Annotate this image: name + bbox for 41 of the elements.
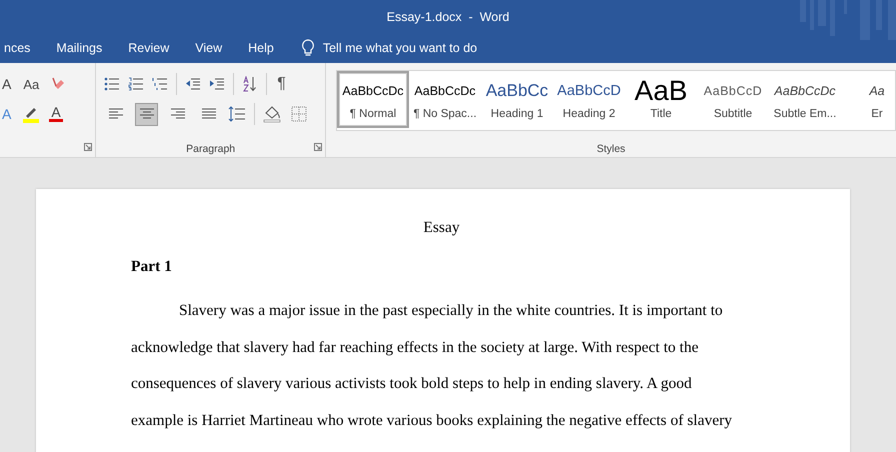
decrease-indent-icon[interactable] — [185, 77, 202, 91]
align-center-button[interactable] — [135, 102, 158, 126]
align-center-icon — [140, 108, 154, 120]
font-color-button[interactable]: A — [49, 106, 63, 122]
tell-me-search-field[interactable]: Tell me what you want to do — [300, 39, 525, 57]
ribbon-tab[interactable]: nces — [0, 33, 44, 63]
dialog-launcher-icon[interactable] — [314, 143, 322, 151]
bullet-list-icon[interactable] — [104, 77, 120, 91]
style-option[interactable]: Aa Er — [841, 71, 895, 128]
change-case-button[interactable]: Aa — [21, 76, 42, 92]
show-formatting-button[interactable]: ¶ — [275, 75, 288, 93]
line-spacing-icon[interactable] — [228, 106, 246, 122]
sort-icon[interactable] — [242, 76, 258, 92]
multilevel-list-icon[interactable] — [152, 77, 168, 91]
increase-indent-icon[interactable] — [209, 77, 226, 91]
style-option[interactable]: AaB Title — [625, 71, 697, 128]
section-heading: Part 1 — [131, 258, 173, 276]
document-title: Essay — [422, 219, 461, 238]
ribbon-tab[interactable]: Help — [235, 33, 287, 63]
style-option[interactable]: AaBbCcD Heading 2 — [553, 71, 625, 128]
numbered-list-icon[interactable] — [128, 77, 144, 91]
borders-icon[interactable] — [291, 106, 308, 122]
group-label: Paragraph — [186, 143, 236, 155]
body-paragraph: Slavery was a major issue in the past especially in the white countries. It is important to acknowledge that slavery had far reaching effects in the society at large. With respect to the consequences of slavery various activists took bold steps to help in ending slavery. A good example is Harriet Martineau who wrote various books explaining the negative effects of slavery — [131, 301, 734, 430]
ribbon-tab[interactable]: Review — [115, 33, 182, 63]
paint-bucket-icon[interactable] — [263, 105, 284, 123]
style-option[interactable]: AaBbCcDc ¶ Normal — [337, 71, 409, 128]
lightbulb-icon — [300, 39, 315, 57]
group-label: Styles — [596, 143, 626, 155]
window-title: Essay-1.docx - Word — [386, 10, 510, 24]
style-option[interactable]: AaBbCcDc ¶ No Spac... — [409, 71, 481, 128]
dialog-launcher-icon[interactable] — [84, 143, 92, 151]
grow-font-button[interactable]: A — [0, 76, 14, 92]
align-left-icon — [108, 108, 123, 120]
style-option[interactable]: AaBbCcD Subtitle — [697, 71, 769, 128]
align-right-icon — [170, 108, 185, 120]
ribbon-tab[interactable]: View — [182, 33, 236, 63]
ribbon-tab[interactable]: Mailings — [43, 33, 116, 63]
align-justify-icon — [202, 108, 216, 120]
style-option[interactable]: AaBbCcDc Subtle Em... — [769, 71, 841, 128]
style-option[interactable]: AaBbCc Heading 1 — [481, 71, 553, 128]
